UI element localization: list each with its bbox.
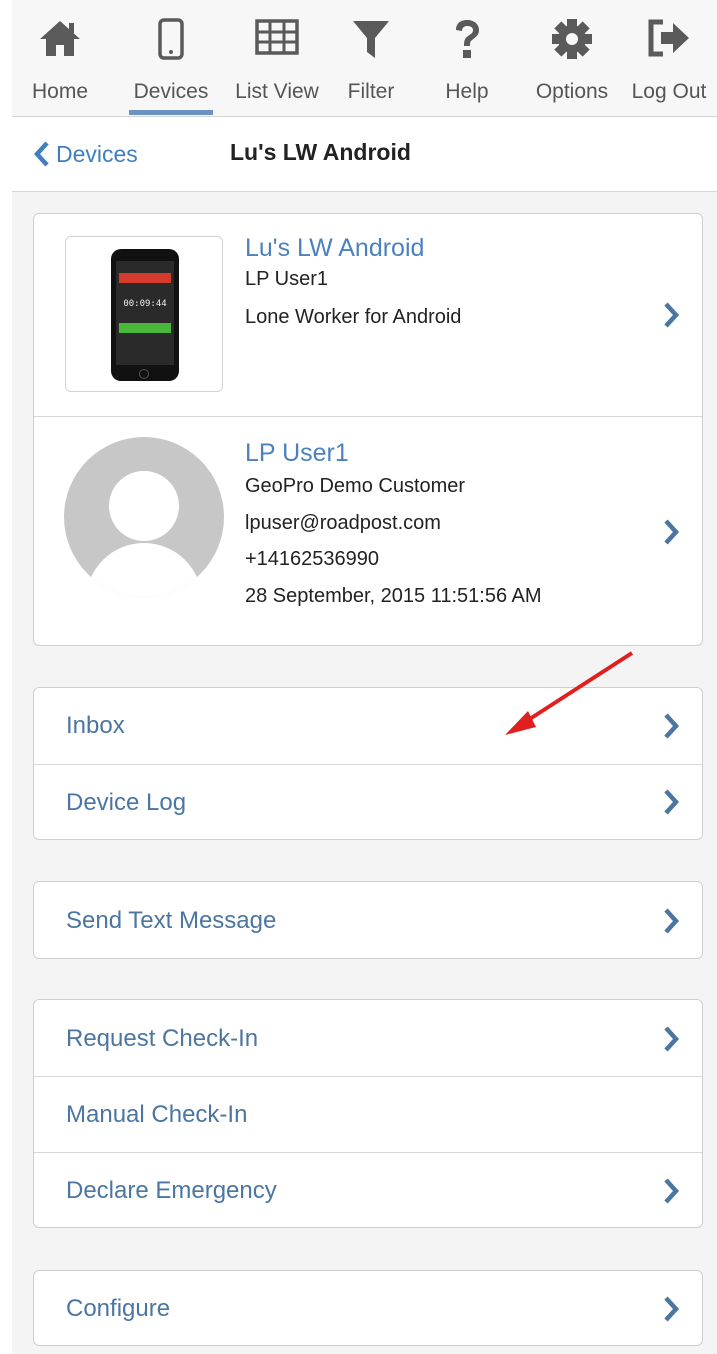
nav-devices-label: Devices: [133, 80, 209, 103]
device-screen-clock: 00:09:44: [123, 299, 167, 309]
menu-item-configure[interactable]: Configure: [34, 1271, 702, 1345]
send-text-card: Send Text Message: [33, 881, 703, 959]
home-icon: [40, 21, 80, 56]
nav-log-out-label: Log Out: [631, 80, 707, 103]
device-thumbnail: 00:09:44: [65, 236, 223, 392]
user-customer: GeoPro Demo Customer: [245, 475, 466, 497]
page-header: Devices Lu's LW Android: [12, 117, 717, 192]
device-name[interactable]: Lu's LW Android: [245, 234, 461, 263]
configure-card: Configure: [33, 1270, 703, 1346]
top-navigation: Home Devices List View Filter Help Optio…: [12, 0, 717, 117]
nav-help-label: Help: [445, 80, 489, 103]
chevron-right-icon: [664, 1026, 680, 1052]
grid-icon: [255, 19, 299, 55]
nav-home[interactable]: Home: [20, 18, 100, 114]
user-name[interactable]: LP User1: [245, 439, 542, 468]
menu-item-request-check-in[interactable]: Request Check-In: [34, 1000, 702, 1076]
manual-checkin-label: Manual Check-In: [66, 1101, 248, 1128]
question-icon: [456, 20, 479, 58]
app-root: Home Devices List View Filter Help Optio…: [12, 0, 717, 1354]
nav-options-label: Options: [535, 80, 609, 103]
device-summary-card: 00:09:44 Lu's LW Android LP User1 Lone W…: [33, 213, 703, 646]
nav-help[interactable]: Help: [432, 18, 502, 114]
nav-log-out[interactable]: Log Out: [624, 18, 714, 114]
chevron-right-icon: [664, 519, 680, 545]
chevron-right-icon: [664, 789, 680, 815]
inbox-label: Inbox: [66, 712, 125, 739]
user-avatar: [64, 437, 224, 597]
checkin-card: Request Check-In Manual Check-In Declare…: [33, 999, 703, 1228]
phone-icon: [158, 18, 184, 60]
back-button[interactable]: Devices: [34, 137, 138, 171]
user-phone: +14162536990: [245, 548, 380, 570]
user-info: LP User1 GeoPro Demo Customer lpuser@roa…: [245, 439, 542, 616]
device-app: Lone Worker for Android: [245, 306, 462, 328]
nav-filter[interactable]: Filter: [336, 18, 406, 114]
nav-active-indicator: [129, 110, 213, 115]
send-text-label: Send Text Message: [66, 907, 277, 934]
request-checkin-label: Request Check-In: [66, 1025, 259, 1052]
gear-icon: [552, 19, 592, 59]
nav-home-label: Home: [31, 80, 89, 103]
configure-label: Configure: [66, 1295, 171, 1322]
chevron-right-icon: [664, 302, 680, 328]
nav-devices[interactable]: Devices: [126, 18, 216, 115]
filter-icon: [353, 21, 389, 58]
menu-item-declare-emergency[interactable]: Declare Emergency: [34, 1152, 702, 1228]
device-log-label: Device Log: [66, 789, 187, 816]
logout-icon: [648, 19, 689, 57]
messages-card: Inbox Device Log: [33, 687, 703, 840]
chevron-right-icon: [664, 908, 680, 934]
user-email: lpuser@roadpost.com: [245, 512, 441, 534]
nav-list-view-label: List View: [235, 80, 319, 103]
user-row[interactable]: LP User1 GeoPro Demo Customer lpuser@roa…: [34, 416, 702, 646]
user-timestamp: 28 September, 2015 11:51:56 AM: [245, 585, 542, 607]
chevron-right-icon: [664, 1296, 680, 1322]
device-row[interactable]: 00:09:44 Lu's LW Android LP User1 Lone W…: [34, 214, 702, 416]
back-button-label: Devices: [56, 140, 138, 167]
nav-list-view[interactable]: List View: [226, 18, 328, 114]
menu-item-device-log[interactable]: Device Log: [34, 764, 702, 840]
chevron-right-icon: [664, 1178, 680, 1204]
chevron-right-icon: [664, 713, 680, 739]
declare-emergency-label: Declare Emergency: [66, 1177, 277, 1204]
menu-item-inbox[interactable]: Inbox: [34, 688, 702, 764]
device-phone-image: 00:09:44: [111, 249, 179, 381]
page-title: Lu's LW Android: [230, 139, 411, 165]
device-info: Lu's LW Android LP User1 Lone Worker for…: [245, 234, 461, 339]
device-user: LP User1: [245, 268, 329, 290]
nav-options[interactable]: Options: [524, 18, 620, 114]
nav-filter-label: Filter: [347, 80, 395, 103]
menu-item-manual-check-in[interactable]: Manual Check-In: [34, 1076, 702, 1152]
menu-item-send-text-message[interactable]: Send Text Message: [34, 882, 702, 958]
chevron-left-icon: [34, 141, 49, 167]
